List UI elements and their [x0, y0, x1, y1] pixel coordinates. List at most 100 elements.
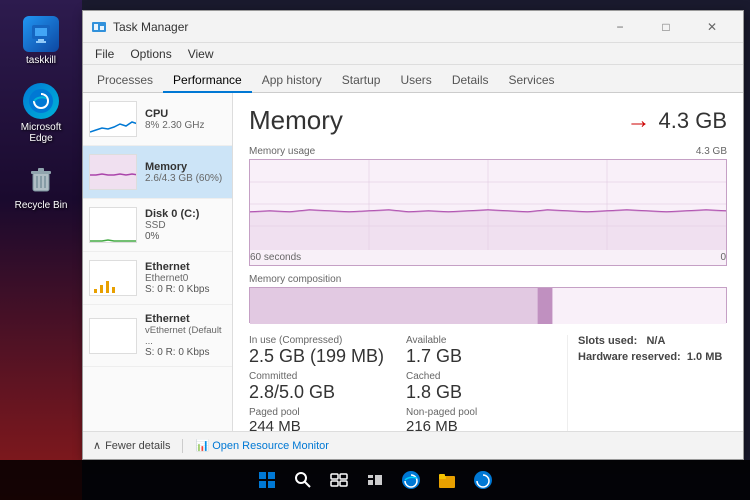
- available-label: Available: [406, 335, 547, 346]
- disk-info: Disk 0 (C:) SSD 0%: [145, 208, 226, 242]
- menu-file[interactable]: File: [87, 45, 122, 63]
- ethernet2-sub: vEthernet (Default ...: [145, 325, 226, 347]
- close-button[interactable]: ✕: [689, 11, 735, 43]
- disk-percent: 0%: [145, 231, 226, 242]
- ethernet2-detail: S: 0 R: 0 Kbps: [145, 347, 226, 358]
- tabs-bar: Processes Performance App history Startu…: [83, 65, 743, 93]
- performance-sidebar: CPU 8% 2.30 GHz Memory 2.6/4.3 GB (60%): [83, 93, 233, 431]
- cpu-info: CPU 8% 2.30 GHz: [145, 108, 226, 131]
- explorer-button[interactable]: [431, 464, 463, 496]
- disk-graph: [89, 207, 137, 243]
- edge-icon-desktop[interactable]: Microsoft Edge: [5, 77, 77, 150]
- task-manager-window: Task Manager − □ ✕ File Options View Pro…: [82, 10, 744, 460]
- memory-name: Memory: [145, 161, 226, 173]
- ethernet2-info: Ethernet vEthernet (Default ... S: 0 R: …: [145, 313, 226, 358]
- edge-taskbar-button[interactable]: [395, 464, 427, 496]
- footer: ∧ Fewer details 📊 Open Resource Monitor: [83, 431, 743, 459]
- taskkill-label: taskkill: [26, 55, 56, 66]
- chart-area: [250, 160, 726, 250]
- tab-processes[interactable]: Processes: [87, 69, 163, 93]
- ethernet1-detail: S: 0 R: 0 Kbps: [145, 284, 226, 295]
- recycle-label: Recycle Bin: [15, 200, 68, 211]
- memory-info: Memory 2.6/4.3 GB (60%): [145, 161, 226, 184]
- sidebar-cpu[interactable]: CPU 8% 2.30 GHz: [83, 93, 232, 146]
- tab-app-history[interactable]: App history: [252, 69, 332, 93]
- search-taskbar-button[interactable]: [287, 464, 319, 496]
- stat-nonpaged: Non-paged pool 216 MB: [406, 407, 547, 431]
- ethernet2-graph: [89, 318, 137, 354]
- hardware-row: Hardware reserved: 1.0 MB: [578, 351, 727, 363]
- cpu-graph: [89, 101, 137, 137]
- main-content: CPU 8% 2.30 GHz Memory 2.6/4.3 GB (60%): [83, 93, 743, 431]
- cpu-detail: 8% 2.30 GHz: [145, 120, 226, 131]
- memory-usage-chart: 60 seconds 0: [249, 159, 727, 266]
- tab-services[interactable]: Services: [499, 69, 565, 93]
- committed-label: Committed: [249, 371, 390, 382]
- cpu-name: CPU: [145, 108, 226, 120]
- tab-startup[interactable]: Startup: [332, 69, 391, 93]
- sidebar-memory[interactable]: Memory 2.6/4.3 GB (60%): [83, 146, 232, 199]
- in-use-value: 2.5 GB (199 MB): [249, 346, 390, 367]
- memory-content: Memory → 4.3 GB Memory usage 4.3 GB: [233, 93, 743, 431]
- sidebar-ethernet2[interactable]: Ethernet vEthernet (Default ... S: 0 R: …: [83, 305, 232, 367]
- in-use-label: In use (Compressed): [249, 335, 390, 346]
- slots-label: Slots used:: [578, 335, 637, 347]
- tab-performance[interactable]: Performance: [163, 69, 252, 93]
- cached-value: 1.8 GB: [406, 382, 547, 403]
- ethernet1-sub: Ethernet0: [145, 273, 226, 284]
- tab-details[interactable]: Details: [442, 69, 499, 93]
- memory-usage-section: Memory usage 4.3 GB: [249, 146, 727, 266]
- widgets-button[interactable]: [359, 464, 391, 496]
- comp-label: Memory composition: [249, 274, 727, 285]
- stats-right: Slots used: N/A Hardware reserved: 1.0 M…: [567, 335, 727, 431]
- taskmanager-icon: [91, 19, 107, 35]
- comp-bar: [249, 287, 727, 323]
- stat-cached: Cached 1.8 GB: [406, 371, 547, 403]
- open-resource-monitor-link[interactable]: 📊 Open Resource Monitor: [195, 439, 328, 452]
- stat-paged: Paged pool 244 MB: [249, 407, 390, 431]
- arrow-icon: →: [627, 107, 651, 135]
- start-button[interactable]: [251, 464, 283, 496]
- chevron-up-icon: ∧: [93, 439, 101, 452]
- committed-value: 2.8/5.0 GB: [249, 382, 390, 403]
- minimize-button[interactable]: −: [597, 11, 643, 43]
- stats-container: In use (Compressed) 2.5 GB (199 MB) Avai…: [249, 335, 727, 431]
- tab-users[interactable]: Users: [390, 69, 441, 93]
- menu-view[interactable]: View: [180, 45, 222, 63]
- stats-left: In use (Compressed) 2.5 GB (199 MB) Avai…: [249, 335, 547, 431]
- memory-composition-section: Memory composition: [249, 274, 727, 323]
- maximize-button[interactable]: □: [643, 11, 689, 43]
- nonpaged-label: Non-paged pool: [406, 407, 547, 418]
- stats-grid: In use (Compressed) 2.5 GB (199 MB) Avai…: [249, 335, 547, 431]
- slots-row: Slots used: N/A: [578, 335, 727, 347]
- memory-graph: [89, 154, 137, 190]
- memory-total-value: 4.3 GB: [659, 108, 727, 134]
- stat-available: Available 1.7 GB: [406, 335, 547, 367]
- fewer-details-button[interactable]: ∧ Fewer details: [93, 439, 170, 452]
- edge2-taskbar-button[interactable]: [467, 464, 499, 496]
- available-value: 1.7 GB: [406, 346, 547, 367]
- disk-name: Disk 0 (C:): [145, 208, 226, 220]
- window-controls: − □ ✕: [597, 11, 735, 43]
- content-title: Memory: [249, 105, 627, 136]
- footer-divider: [182, 439, 183, 453]
- stat-committed: Committed 2.8/5.0 GB: [249, 371, 390, 403]
- menubar: File Options View: [83, 43, 743, 65]
- content-header: Memory → 4.3 GB: [249, 105, 727, 136]
- taskview-button[interactable]: [323, 464, 355, 496]
- ethernet1-name: Ethernet: [145, 261, 226, 273]
- menu-options[interactable]: Options: [122, 45, 179, 63]
- stat-in-use: In use (Compressed) 2.5 GB (199 MB): [249, 335, 390, 367]
- cached-label: Cached: [406, 371, 547, 382]
- titlebar: Task Manager − □ ✕: [83, 11, 743, 43]
- sidebar-ethernet1[interactable]: Ethernet Ethernet0 S: 0 R: 0 Kbps: [83, 252, 232, 305]
- recycle-bin-icon[interactable]: Recycle Bin: [5, 155, 77, 217]
- chart-usage-label: Memory usage 4.3 GB: [249, 146, 727, 157]
- nonpaged-value: 216 MB: [406, 418, 547, 431]
- ethernet1-info: Ethernet Ethernet0 S: 0 R: 0 Kbps: [145, 261, 226, 295]
- taskkill-icon[interactable]: taskkill: [5, 10, 77, 72]
- monitor-icon: 📊: [195, 439, 209, 452]
- sidebar-disk[interactable]: Disk 0 (C:) SSD 0%: [83, 199, 232, 252]
- desktop: taskkill Microsoft Edge Recycle Bin: [0, 0, 82, 500]
- paged-value: 244 MB: [249, 418, 390, 431]
